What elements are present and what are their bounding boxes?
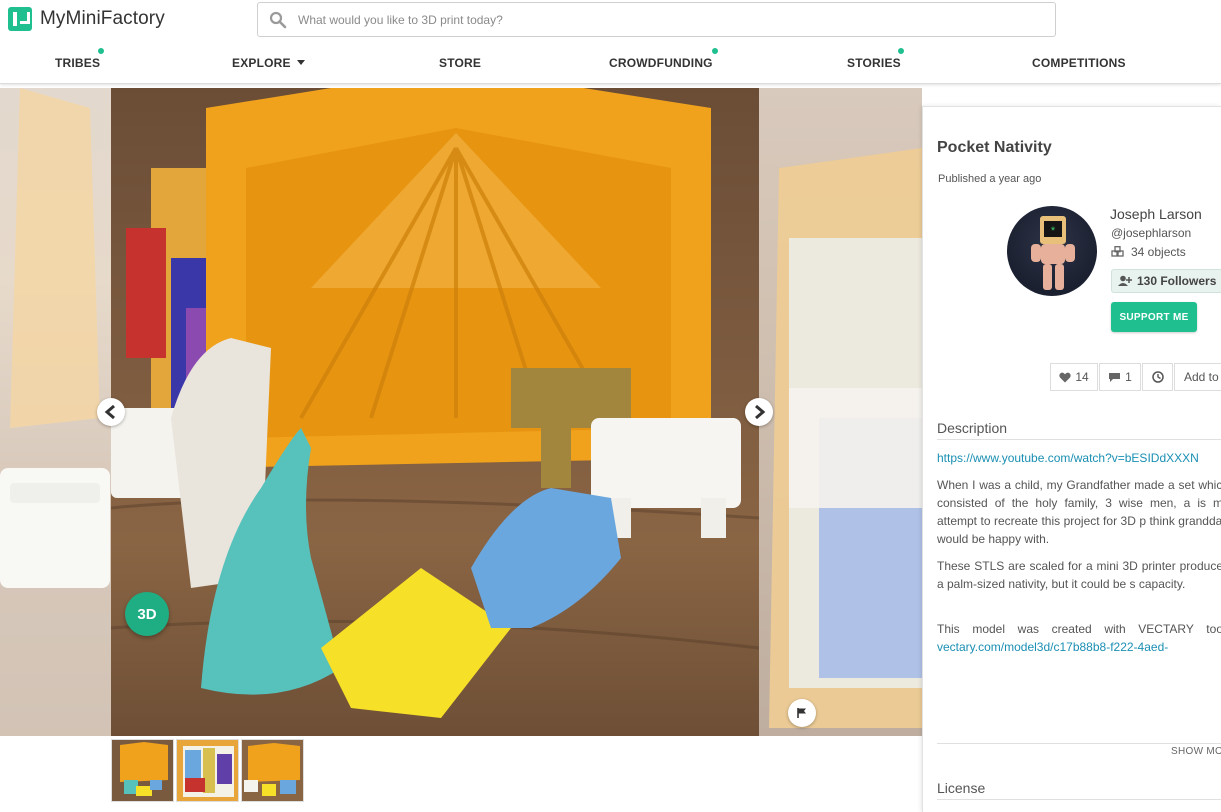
- comments-button[interactable]: 1: [1099, 363, 1141, 391]
- top-bar: MyMiniFactory TRIBES EXPLORE STORE CROWD…: [0, 0, 1221, 84]
- nav-tribes-dot: [98, 48, 104, 54]
- user-plus-icon: [1118, 275, 1132, 286]
- nav-stories-dot: [898, 48, 904, 54]
- nav-store[interactable]: STORE: [439, 56, 481, 70]
- followers-count: 130 Followers: [1137, 274, 1217, 288]
- history-button[interactable]: [1142, 363, 1173, 391]
- published-when: a year ago: [989, 173, 1042, 185]
- thumbnail-1[interactable]: [111, 739, 174, 802]
- objects-count: 34 objects: [1131, 245, 1186, 259]
- description-paragraph-3: This model was created with VECTARY tool…: [937, 620, 1221, 656]
- license-heading: License: [937, 780, 1221, 800]
- caret-down-icon: [296, 60, 305, 65]
- nav-stories[interactable]: STORIES: [847, 56, 901, 70]
- object-info-panel: Pocket Nativity Published a year ago * J…: [922, 106, 1221, 812]
- thumbnail-strip: [111, 739, 304, 802]
- description-paragraph-2: These STLS are scaled for a mini 3D prin…: [937, 559, 1221, 591]
- search-input[interactable]: [298, 12, 998, 27]
- vectary-link[interactable]: vectary.com/model3d/c17b88b8-f222-4aed-: [937, 640, 1168, 654]
- nav-explore-label: EXPLORE: [232, 56, 291, 70]
- main-nav: TRIBES EXPLORE STORE CROWDFUNDING STORIE…: [0, 48, 1221, 70]
- main-photo[interactable]: [111, 88, 759, 736]
- comment-icon: [1109, 372, 1121, 382]
- like-button[interactable]: 14: [1050, 363, 1098, 391]
- report-flag-button[interactable]: [788, 699, 816, 727]
- next-arrow-button[interactable]: [745, 398, 773, 426]
- thumbnail-3[interactable]: [241, 739, 304, 802]
- description-video-link[interactable]: https://www.youtube.com/watch?v=bESIDdXX…: [937, 451, 1199, 465]
- view-3d-button[interactable]: 3D: [125, 592, 169, 636]
- logo-mark-icon: [8, 7, 32, 31]
- follow-button[interactable]: 130 Followers: [1111, 269, 1221, 293]
- support-me-button[interactable]: SUPPORT ME: [1111, 302, 1197, 332]
- search-bar[interactable]: [257, 2, 1056, 37]
- comments-count: 1: [1125, 370, 1132, 384]
- creator-name[interactable]: Joseph Larson: [1110, 206, 1202, 222]
- nav-crowdfunding-dot: [712, 48, 718, 54]
- image-gallery: [0, 88, 922, 736]
- object-title: Pocket Nativity: [937, 139, 1052, 156]
- description-heading: Description: [937, 420, 1221, 440]
- avatar[interactable]: *: [1007, 206, 1097, 296]
- nav-competitions[interactable]: COMPETITIONS: [1032, 56, 1126, 70]
- next-image-preview[interactable]: [759, 88, 922, 736]
- search-icon: [258, 11, 298, 29]
- logo-text: MyMiniFactory: [40, 8, 165, 29]
- description-paragraph-3-text: This model was created with VECTARY tool…: [937, 622, 1221, 636]
- heart-icon: [1059, 372, 1071, 382]
- creator-handle[interactable]: @josephlarson: [1111, 226, 1191, 240]
- clock-icon: [1151, 371, 1164, 383]
- published-prefix: Published: [938, 173, 987, 185]
- svg-text:*: *: [1051, 225, 1056, 237]
- site-logo[interactable]: MyMiniFactory: [8, 7, 165, 31]
- likes-count: 14: [1075, 370, 1089, 384]
- nav-crowdfunding[interactable]: CROWDFUNDING: [609, 56, 713, 70]
- show-more-button[interactable]: SHOW MO: [1171, 746, 1221, 757]
- creator-objects[interactable]: 34 objects: [1111, 245, 1186, 259]
- previous-image-preview[interactable]: [0, 88, 111, 736]
- description-paragraph-1: When I was a child, my Grandfather made …: [937, 478, 1221, 546]
- object-actions: 14 1 Add to: [1050, 363, 1221, 391]
- nav-tribes[interactable]: TRIBES: [55, 56, 100, 70]
- add-to-button[interactable]: Add to: [1174, 363, 1221, 391]
- cubes-icon: [1111, 246, 1124, 257]
- previous-arrow-button[interactable]: [97, 398, 125, 426]
- chevron-left-icon: [104, 405, 115, 419]
- chevron-right-icon: [755, 405, 766, 419]
- nav-explore[interactable]: EXPLORE: [232, 56, 305, 70]
- description-divider: [937, 743, 1221, 744]
- thumbnail-2[interactable]: [176, 739, 239, 802]
- flag-icon: [797, 708, 806, 718]
- published-date: Published a year ago: [938, 173, 1041, 185]
